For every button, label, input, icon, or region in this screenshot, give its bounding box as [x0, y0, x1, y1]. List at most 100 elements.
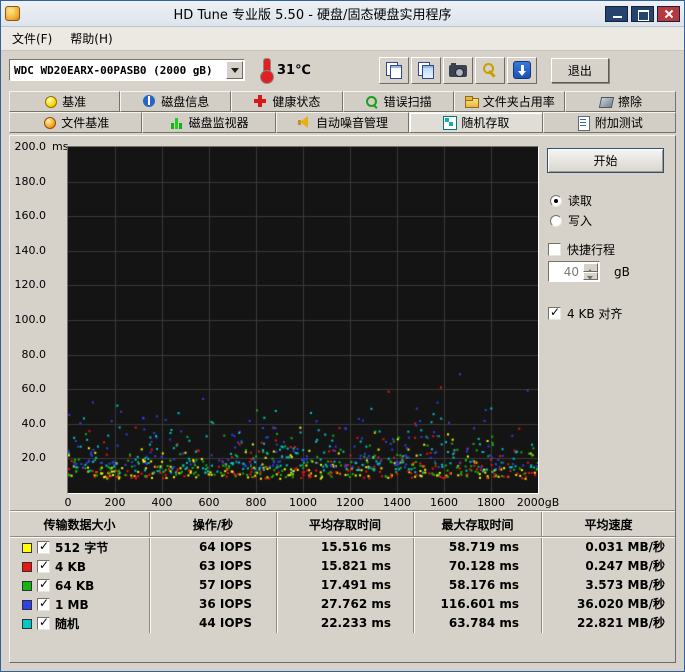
series-label: 1 MB — [55, 597, 89, 612]
y-tick-label: 140.0 — [14, 243, 47, 257]
speaker-icon — [297, 116, 311, 129]
health-cross-icon — [253, 95, 267, 108]
series-color-swatch — [22, 580, 32, 591]
read-radio[interactable] — [550, 194, 562, 207]
avg-speed-value: 3.573 MB/秒 — [585, 578, 665, 592]
avg-access-value: 15.821 ms — [277, 557, 414, 576]
copy-text-icon — [385, 62, 403, 79]
iops-value: 44 IOPS — [150, 614, 277, 633]
tab-erase[interactable]: 擦除 — [564, 91, 677, 112]
tab-disk-monitor[interactable]: 磁盘监视器 — [142, 112, 276, 133]
eraser-icon — [599, 95, 613, 108]
x-tick-label: 200 — [104, 496, 126, 509]
save-results-button[interactable] — [506, 56, 537, 84]
align-checkbox[interactable] — [548, 306, 561, 320]
short-stroke-input[interactable]: 40 — [548, 261, 600, 282]
app-icon — [5, 6, 20, 21]
tab-disk-info[interactable]: 磁盘信息 — [120, 91, 232, 112]
short-stroke-input-row: 40 gB — [548, 261, 630, 282]
tab-label: 磁盘信息 — [161, 95, 210, 109]
series-checkbox[interactable] — [37, 616, 50, 630]
screenshot-button[interactable] — [442, 56, 473, 84]
toolbar-buttons — [378, 56, 537, 84]
short-stroke-checkbox[interactable] — [548, 243, 561, 256]
series-label: 512 字节 — [55, 541, 109, 555]
max-access-value: 58.176 ms — [414, 576, 542, 595]
tab-label: 错误扫描 — [383, 95, 432, 109]
write-option[interactable]: 写入 — [550, 212, 592, 229]
table-row: 1 MB 36 IOPS 27.762 ms 116.601 ms 36.020… — [10, 595, 675, 614]
options-button[interactable] — [474, 56, 505, 84]
window-title: HD Tune 专业版 5.50 - 硬盘/固态硬盘实用程序 — [173, 8, 452, 23]
random-access-icon — [442, 116, 458, 130]
avg-speed-value: 22.821 MB/秒 — [577, 616, 665, 630]
drive-name: WDC WD20EARX-00PASB0 (2000 gB) — [14, 63, 213, 77]
x-tick-label: 800 — [245, 496, 267, 509]
copy-text-button[interactable] — [378, 56, 409, 84]
tab-file-benchmark[interactable]: 文件基准 — [9, 112, 143, 133]
avg-access-value: 27.762 ms — [277, 595, 414, 614]
tab-label: 基准 — [62, 95, 87, 109]
tab-random-access[interactable]: 随机存取 — [409, 112, 543, 133]
tab-label: 文件基准 — [61, 116, 110, 130]
tab-aam[interactable]: 自动噪音管理 — [275, 112, 410, 133]
tab-benchmark[interactable]: 基准 — [9, 91, 121, 112]
write-radio[interactable] — [550, 214, 562, 227]
window-controls — [605, 5, 680, 22]
series-checkbox[interactable] — [37, 578, 50, 592]
magnifier-icon — [365, 95, 379, 108]
header-max-access: 最大存取时间 — [414, 512, 542, 536]
avg-access-value: 15.516 ms — [277, 538, 414, 557]
avg-speed-value: 0.031 MB/秒 — [585, 540, 665, 554]
short-stroke-option[interactable]: 快捷行程 — [548, 241, 615, 258]
series-checkbox[interactable] — [37, 597, 50, 611]
y-axis-labels: 200.0 180.0 160.0 140.0 120.0 100.0 80.0 60.0 40… — [10, 136, 48, 496]
y-tick-label: 20.0 — [21, 451, 47, 465]
series-checkbox[interactable] — [37, 559, 50, 573]
checklist-icon — [576, 116, 590, 131]
menu-help[interactable]: 帮助(H) — [61, 27, 121, 50]
exit-button[interactable]: 退出 — [550, 57, 609, 83]
start-button[interactable]: 开始 — [547, 148, 664, 173]
app-window: HD Tune 专业版 5.50 - 硬盘/固态硬盘实用程序 文件(F) 帮助(… — [0, 0, 685, 672]
read-label: 读取 — [568, 194, 593, 208]
x-tick-label: 400 — [151, 496, 173, 509]
series-color-swatch — [22, 542, 32, 553]
series-color-swatch — [22, 561, 32, 572]
table-row: 512 字节 64 IOPS 15.516 ms 58.719 ms 0.031… — [10, 538, 675, 557]
drive-dropdown-button[interactable] — [226, 61, 243, 79]
tab-extra-tests[interactable]: 附加测试 — [542, 112, 677, 133]
short-stroke-unit: gB — [614, 264, 630, 279]
y-tick-label: 60.0 — [21, 382, 47, 396]
header-avg-access: 平均存取时间 — [277, 512, 414, 536]
align-option[interactable]: 4 KB 对齐 — [548, 305, 622, 322]
minimize-button[interactable] — [605, 5, 628, 22]
avg-speed-value: 36.020 MB/秒 — [577, 597, 665, 611]
tab-folder-usage[interactable]: 文件夹占用率 — [453, 91, 565, 112]
x-tick-label: 600 — [198, 496, 220, 509]
keys-icon — [482, 62, 498, 78]
maximize-button[interactable] — [631, 5, 654, 22]
titlebar[interactable]: HD Tune 专业版 5.50 - 硬盘/固态硬盘实用程序 — [1, 1, 684, 27]
tab-label: 附加测试 — [594, 116, 643, 130]
spinner-down-button[interactable] — [583, 271, 598, 280]
tab-error-scan[interactable]: 错误扫描 — [342, 91, 454, 112]
short-stroke-spinner — [583, 263, 598, 280]
x-tick-label: 1000 — [289, 496, 317, 509]
info-icon — [142, 95, 156, 108]
spinner-up-button[interactable] — [583, 263, 598, 273]
read-option[interactable]: 读取 — [550, 192, 592, 209]
chevron-down-icon — [230, 68, 239, 77]
copy-image-button[interactable] — [410, 56, 441, 84]
y-tick-label: 160.0 — [14, 209, 47, 223]
download-arrow-icon — [512, 61, 531, 79]
y-tick-label: 120.0 — [14, 278, 47, 292]
series-checkbox[interactable] — [37, 540, 50, 554]
y-tick-label: 100.0 — [14, 313, 47, 326]
close-button[interactable] — [657, 5, 680, 22]
short-stroke-label: 快捷行程 — [567, 243, 616, 257]
tab-health[interactable]: 健康状态 — [231, 91, 343, 112]
drive-select[interactable]: WDC WD20EARX-00PASB0 (2000 gB) — [9, 59, 245, 81]
menu-file[interactable]: 文件(F) — [3, 27, 61, 50]
tab-label: 文件夹占用率 — [482, 95, 555, 109]
